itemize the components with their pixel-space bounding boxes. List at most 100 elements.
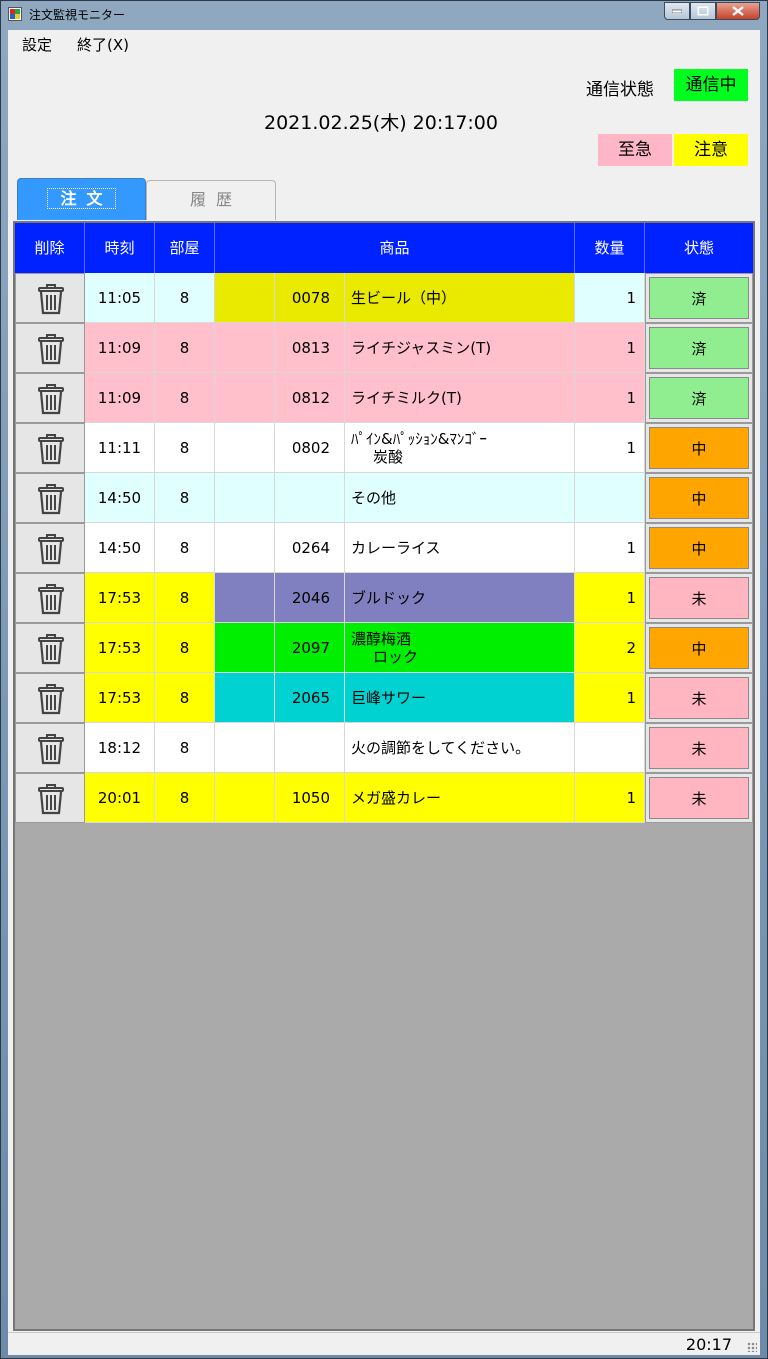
row-room: 8	[155, 773, 215, 823]
minimize-button[interactable]	[664, 2, 690, 20]
row-item-code: 0813	[275, 323, 345, 373]
row-qty: 1	[575, 373, 645, 423]
row-room: 8	[155, 473, 215, 523]
delete-button[interactable]	[15, 473, 85, 523]
status-button[interactable]: 中	[649, 627, 749, 669]
row-item-name: 巨峰サワー	[345, 673, 575, 723]
trash-icon	[38, 734, 64, 765]
status-button[interactable]: 未	[649, 777, 749, 819]
delete-button[interactable]	[15, 273, 85, 323]
legend-caution: 注意	[674, 134, 748, 166]
menu-settings[interactable]: 設定	[22, 34, 52, 55]
comm-status-badge: 通信中	[674, 69, 748, 101]
trash-icon	[38, 584, 64, 615]
table-row[interactable]: 17:53 8 2046 ブルドック 1 未	[15, 573, 753, 623]
header-room: 部屋	[155, 223, 215, 273]
close-button[interactable]	[716, 2, 760, 20]
row-item-name: その他	[345, 473, 575, 523]
status-button[interactable]: 未	[649, 677, 749, 719]
row-item-code: 1050	[275, 773, 345, 823]
row-time: 17:53	[85, 623, 155, 673]
tab-history-label: 履歴	[189, 190, 242, 209]
maximize-button[interactable]	[690, 2, 716, 20]
tab-order[interactable]: 注文	[17, 178, 146, 220]
row-qty: 1	[575, 773, 645, 823]
row-item-color	[215, 273, 275, 323]
table-row[interactable]: 11:05 8 0078 生ビール（中） 1 済	[15, 273, 753, 323]
row-time: 11:09	[85, 373, 155, 423]
status-button[interactable]: 済	[649, 277, 749, 319]
row-item-name: ﾊﾟｲﾝ&ﾊﾟｯｼｮﾝ&ﾏﾝｺﾞｰ 炭酸	[345, 423, 575, 473]
delete-button[interactable]	[15, 373, 85, 423]
status-button[interactable]: 中	[649, 477, 749, 519]
legend-urgent: 至急	[598, 134, 672, 166]
table-row[interactable]: 18:12 8 火の調節をしてください。 未	[15, 723, 753, 773]
row-status-cell: 未	[645, 573, 753, 623]
delete-button[interactable]	[15, 773, 85, 823]
row-qty	[575, 723, 645, 773]
delete-button[interactable]	[15, 523, 85, 573]
row-room: 8	[155, 723, 215, 773]
row-room: 8	[155, 623, 215, 673]
row-time: 20:01	[85, 773, 155, 823]
delete-button[interactable]	[15, 723, 85, 773]
header-qty: 数量	[575, 223, 645, 273]
status-button[interactable]: 中	[649, 527, 749, 569]
delete-button[interactable]	[15, 573, 85, 623]
row-item-name-line1: カレーライス	[351, 538, 441, 557]
row-item-name-line2: ロック	[373, 647, 419, 666]
status-button[interactable]: 未	[649, 577, 749, 619]
row-item-name-line1: ﾊﾟｲﾝ&ﾊﾟｯｼｮﾝ&ﾏﾝｺﾞｰ	[351, 429, 487, 448]
status-button[interactable]: 済	[649, 327, 749, 369]
row-time: 18:12	[85, 723, 155, 773]
row-status-cell: 中	[645, 473, 753, 523]
delete-button[interactable]	[15, 423, 85, 473]
table-row[interactable]: 11:09 8 0812 ライチミルク(T) 1 済	[15, 373, 753, 423]
row-item-name: メガ盛カレー	[345, 773, 575, 823]
table-row[interactable]: 20:01 8 1050 メガ盛カレー 1 未	[15, 773, 753, 823]
row-room: 8	[155, 523, 215, 573]
row-item-code: 0802	[275, 423, 345, 473]
tab-history[interactable]: 履歴	[146, 180, 276, 220]
row-qty: 1	[575, 523, 645, 573]
row-item-code: 2065	[275, 673, 345, 723]
row-status-cell: 未	[645, 723, 753, 773]
row-qty: 1	[575, 673, 645, 723]
table-row[interactable]: 14:50 8 0264 カレーライス 1 中	[15, 523, 753, 573]
table-row[interactable]: 17:53 8 2097 濃醇梅酒 ロック 2 中	[15, 623, 753, 673]
table-row[interactable]: 17:53 8 2065 巨峰サワー 1 未	[15, 673, 753, 723]
window-title: 注文監視モニター	[29, 8, 126, 22]
delete-button[interactable]	[15, 623, 85, 673]
row-room: 8	[155, 323, 215, 373]
trash-icon	[38, 434, 64, 465]
row-item-color	[215, 423, 275, 473]
delete-button[interactable]	[15, 323, 85, 373]
app-icon	[8, 7, 22, 21]
trash-icon	[38, 534, 64, 565]
trash-icon	[38, 634, 64, 665]
table-row[interactable]: 14:50 8 その他 中	[15, 473, 753, 523]
row-item-name: 生ビール（中）	[345, 273, 575, 323]
row-item-code	[275, 473, 345, 523]
row-qty	[575, 473, 645, 523]
status-button[interactable]: 未	[649, 727, 749, 769]
row-item-name-line1: 生ビール（中）	[351, 288, 457, 307]
current-datetime: 2021.02.25(木) 20:17:00	[264, 112, 498, 134]
table-row[interactable]: 11:11 8 0802 ﾊﾟｲﾝ&ﾊﾟｯｼｮﾝ&ﾏﾝｺﾞｰ 炭酸 1 中	[15, 423, 753, 473]
row-room: 8	[155, 673, 215, 723]
maximize-icon	[697, 6, 709, 16]
status-button[interactable]: 中	[649, 427, 749, 469]
client-area: 設定 終了(X) 通信状態 通信中 2021.02.25(木) 20:17:00…	[8, 30, 760, 1355]
menu-exit[interactable]: 終了(X)	[77, 34, 129, 55]
row-item-code: 0264	[275, 523, 345, 573]
row-status-cell: 中	[645, 623, 753, 673]
status-time: 20:17	[685, 1335, 732, 1354]
title-bar[interactable]: 注文監視モニター	[1, 1, 767, 27]
resize-grip[interactable]	[747, 1342, 757, 1352]
row-qty: 1	[575, 273, 645, 323]
delete-button[interactable]	[15, 673, 85, 723]
status-button[interactable]: 済	[649, 377, 749, 419]
row-item-code: 0812	[275, 373, 345, 423]
table-row[interactable]: 11:09 8 0813 ライチジャスミン(T) 1 済	[15, 323, 753, 373]
row-qty: 2	[575, 623, 645, 673]
